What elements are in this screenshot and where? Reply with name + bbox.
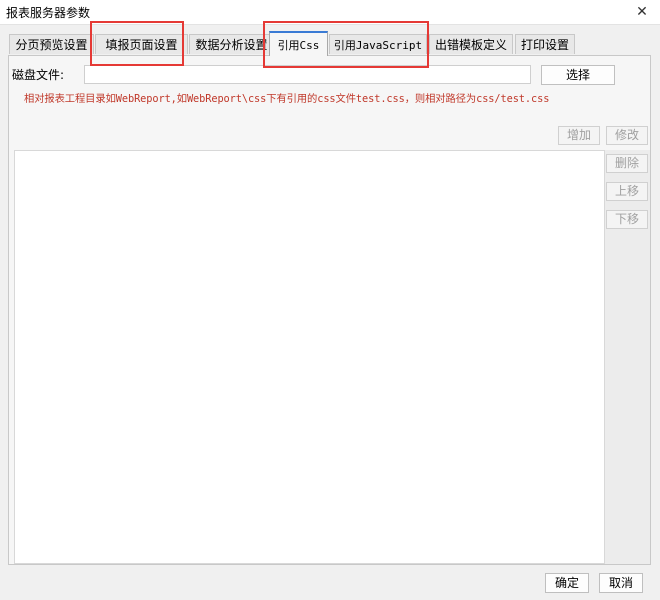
- cancel-button[interactable]: 取消: [599, 573, 643, 593]
- move-up-button[interactable]: 上移: [606, 182, 648, 201]
- choose-file-button[interactable]: 选择: [541, 65, 615, 85]
- add-button[interactable]: 增加: [558, 126, 600, 145]
- tab-reference-css[interactable]: 引用Css: [269, 31, 328, 56]
- delete-button[interactable]: 删除: [606, 154, 648, 173]
- disk-file-label: 磁盘文件:: [12, 68, 65, 82]
- edit-button[interactable]: 修改: [606, 126, 648, 145]
- tab-reference-javascript[interactable]: 引用JavaScript: [329, 34, 427, 54]
- tab-pagination-preview[interactable]: 分页预览设置: [9, 34, 94, 54]
- window-title: 报表服务器参数: [6, 6, 91, 20]
- move-down-button[interactable]: 下移: [606, 210, 648, 229]
- tab-reference-javascript-label: 引用JavaScript: [333, 39, 423, 52]
- tab-fill-page[interactable]: 填报页面设置: [95, 34, 188, 54]
- close-icon[interactable]: ✕: [632, 2, 652, 22]
- tab-data-analysis[interactable]: 数据分析设置: [189, 34, 274, 54]
- relative-path-hint: 相对报表工程目录如WebReport,如WebReport\css下有引用的cs…: [24, 93, 550, 105]
- css-file-list[interactable]: [14, 150, 605, 564]
- disk-file-input[interactable]: [84, 65, 531, 84]
- tab-reference-css-label: 引用Css: [277, 39, 320, 52]
- tab-error-template[interactable]: 出错模板定义: [429, 34, 513, 54]
- ok-button[interactable]: 确定: [545, 573, 589, 593]
- title-bar: 报表服务器参数 ✕: [0, 0, 660, 25]
- tab-print-settings[interactable]: 打印设置: [515, 34, 575, 54]
